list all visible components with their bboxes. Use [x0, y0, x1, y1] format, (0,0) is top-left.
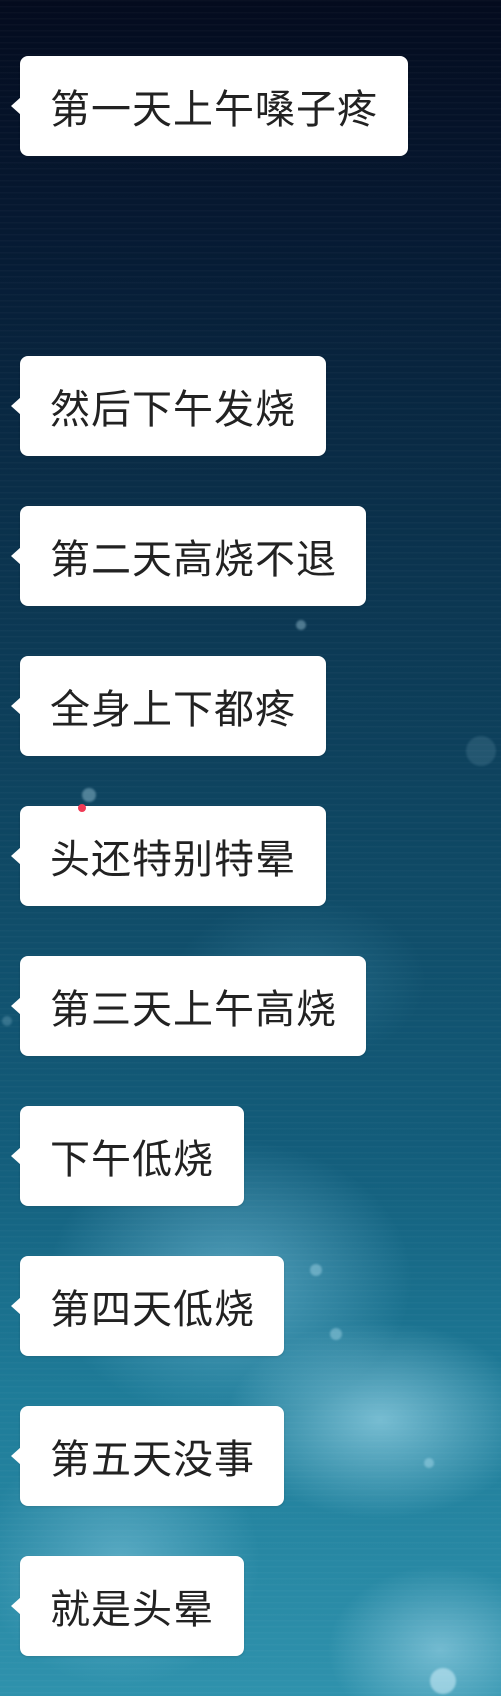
chat-bubble[interactable]: 头还特别特晕 [11, 806, 326, 906]
chat-bubble[interactable]: 全身上下都疼 [11, 656, 326, 756]
unread-dot-indicator [78, 804, 86, 812]
bokeh-light [330, 1328, 342, 1340]
bokeh-light [424, 1458, 434, 1468]
message-text: 第一天上午嗓子疼 [50, 87, 378, 133]
chat-bubble[interactable]: 第二天高烧不退 [11, 506, 366, 606]
chat-bubble[interactable]: 第三天上午高烧 [11, 956, 366, 1056]
message-text: 下午低烧 [50, 1137, 214, 1183]
message-text: 头还特别特晕 [50, 837, 296, 883]
message-text: 第三天上午高烧 [50, 987, 337, 1033]
bokeh-light [82, 788, 96, 802]
bokeh-light [2, 1016, 12, 1026]
chat-bubble[interactable]: 下午低烧 [11, 1106, 244, 1206]
chat-bubble[interactable]: 然后下午发烧 [11, 356, 326, 456]
bokeh-light [296, 620, 306, 630]
message-text: 就是头晕 [50, 1587, 214, 1633]
message-text: 然后下午发烧 [50, 387, 296, 433]
bokeh-light [310, 1264, 322, 1276]
bokeh-light [430, 1668, 456, 1694]
message-text: 第五天没事 [50, 1437, 255, 1483]
message-text: 全身上下都疼 [50, 687, 296, 733]
chat-bubble[interactable]: 第四天低烧 [11, 1256, 284, 1356]
message-text: 第二天高烧不退 [50, 537, 337, 583]
chat-bubble[interactable]: 第五天没事 [11, 1406, 284, 1506]
message-text: 第四天低烧 [50, 1287, 255, 1333]
chat-bubble[interactable]: 第一天上午嗓子疼 [11, 56, 408, 156]
bokeh-light [466, 736, 496, 766]
chat-bubble[interactable]: 就是头晕 [11, 1556, 244, 1656]
